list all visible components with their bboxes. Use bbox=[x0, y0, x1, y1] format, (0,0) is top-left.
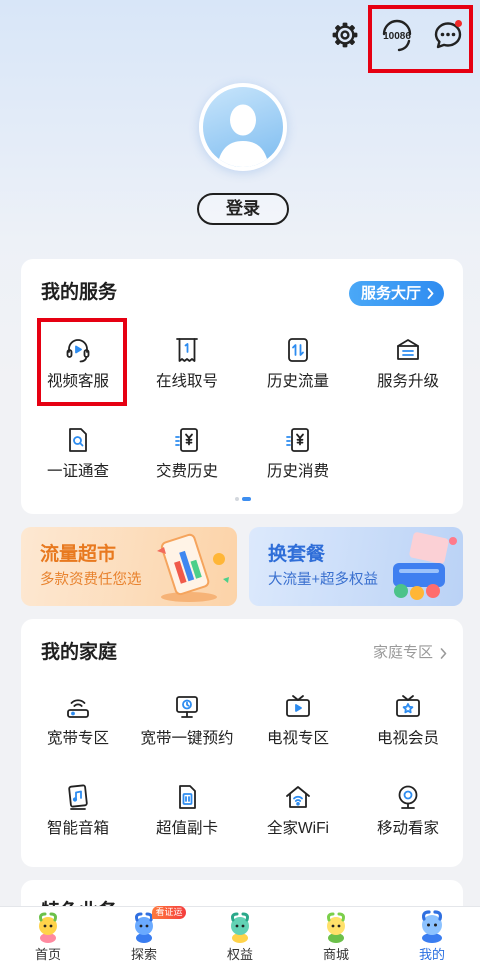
family-card: 我的家庭 家庭专区 宽带专区 宽带一键预约 电视专区 电视会员 智能音箱 超值副… bbox=[21, 619, 463, 867]
family-item-broadband-appointment[interactable]: 宽带一键预约 bbox=[132, 692, 242, 750]
change-plan-banner[interactable]: 换套餐 大流量+超多权益 bbox=[249, 527, 463, 606]
family-item-sim-card[interactable]: 超值副卡 bbox=[132, 782, 242, 840]
mine-mascot-icon bbox=[421, 910, 443, 943]
service-item-label: 在线取号 bbox=[155, 373, 218, 390]
headset-icon: 10086 bbox=[382, 19, 411, 52]
explore-badge: 看证运 bbox=[152, 906, 186, 919]
bottom-tab-bar: 首页 探索 权益 商城 我的 看证运 bbox=[0, 906, 480, 972]
tab-label: 我的 bbox=[418, 947, 445, 962]
family-item-broadband[interactable]: 宽带专区 bbox=[23, 692, 133, 750]
consumption-history-icon bbox=[286, 428, 309, 452]
banner-title: 流量超市 bbox=[40, 544, 117, 565]
family-item-label: 宽带一键预约 bbox=[140, 730, 234, 747]
tv-member-icon bbox=[396, 695, 420, 717]
avatar[interactable] bbox=[199, 83, 287, 171]
service-item-video-support[interactable]: 视频客服 bbox=[23, 335, 133, 393]
pager-dot bbox=[235, 497, 239, 501]
tab-label: 探索 bbox=[130, 947, 157, 962]
family-title: 我的家庭 bbox=[41, 642, 118, 663]
unread-dot bbox=[455, 20, 462, 27]
family-item-label: 全家WiFi bbox=[267, 820, 329, 837]
service-item-label: 历史流量 bbox=[266, 373, 329, 390]
services-title: 我的服务 bbox=[41, 282, 118, 303]
family-item-label: 电视会员 bbox=[376, 730, 439, 747]
change-plan-illustration bbox=[393, 532, 457, 600]
chevron-right-icon bbox=[427, 288, 434, 299]
gear-icon bbox=[332, 22, 358, 48]
family-item-home-camera[interactable]: 移动看家 bbox=[353, 782, 463, 840]
family-item-label: 电视专区 bbox=[266, 730, 329, 747]
tab-mall[interactable]: 商城 bbox=[288, 907, 384, 972]
family-item-home-wifi[interactable]: 全家WiFi bbox=[243, 782, 353, 840]
hotline-number: 10086 bbox=[383, 31, 411, 42]
service-item-id-check[interactable]: 一证通查 bbox=[23, 425, 133, 483]
traffic-market-banner[interactable]: 流量超市 多款资费任您选 bbox=[21, 527, 237, 606]
family-item-tv-member[interactable]: 电视会员 bbox=[353, 692, 463, 750]
service-hall-button[interactable]: 服务大厅 bbox=[349, 281, 444, 306]
service-item-consumption-history[interactable]: 历史消费 bbox=[243, 425, 353, 483]
broadband-appointment-icon bbox=[176, 696, 198, 718]
family-item-tv[interactable]: 电视专区 bbox=[243, 692, 353, 750]
home-mascot-icon bbox=[39, 912, 57, 943]
service-item-ticket[interactable]: 在线取号 bbox=[132, 335, 242, 393]
service-item-label: 交费历史 bbox=[155, 463, 218, 480]
chevron-right-icon bbox=[440, 648, 447, 659]
banner-subtitle: 多款资费任您选 bbox=[40, 572, 142, 588]
tv-icon bbox=[286, 695, 310, 717]
service-item-label: 服务升级 bbox=[376, 373, 439, 390]
family-item-label: 移动看家 bbox=[376, 820, 439, 837]
family-zone-label: 家庭专区 bbox=[372, 644, 433, 661]
broadband-icon bbox=[67, 699, 89, 718]
service-item-label: 视频客服 bbox=[46, 373, 109, 390]
ticket-icon bbox=[176, 338, 198, 362]
tab-mine[interactable]: 我的 bbox=[384, 907, 480, 972]
mall-mascot-icon bbox=[327, 912, 345, 943]
family-zone-link[interactable]: 家庭专区 bbox=[373, 642, 447, 664]
service-item-label: 一证通查 bbox=[46, 463, 109, 480]
home-wifi-icon bbox=[286, 786, 310, 808]
service-item-upgrade[interactable]: 服务升级 bbox=[353, 335, 463, 393]
traffic-history-icon bbox=[288, 338, 308, 362]
home-camera-icon bbox=[398, 785, 418, 809]
tab-label: 权益 bbox=[226, 947, 253, 962]
service-upgrade-icon bbox=[397, 339, 419, 360]
video-support-icon bbox=[66, 339, 90, 363]
user-avatar-icon bbox=[217, 104, 269, 167]
settings-button[interactable] bbox=[330, 20, 360, 50]
service-item-label: 历史消费 bbox=[266, 463, 329, 480]
banner-subtitle: 大流量+超多权益 bbox=[268, 572, 378, 588]
smart-speaker-icon bbox=[68, 784, 88, 810]
service-item-traffic-history[interactable]: 历史流量 bbox=[243, 335, 353, 393]
services-card: 我的服务 服务大厅 视频客服 在线取号 历史流量 服务升级 一证通查 交费历史 … bbox=[21, 259, 463, 514]
messages-button[interactable] bbox=[432, 19, 464, 51]
banner-title: 换套餐 bbox=[268, 544, 326, 565]
family-item-label: 宽带专区 bbox=[46, 730, 109, 747]
tab-benefits[interactable]: 权益 bbox=[192, 907, 288, 972]
family-item-label: 智能音箱 bbox=[46, 820, 109, 837]
tab-home[interactable]: 首页 bbox=[0, 907, 96, 972]
pager-dot-active bbox=[242, 497, 251, 501]
benefits-mascot-icon bbox=[231, 912, 249, 943]
tab-label: 首页 bbox=[34, 947, 61, 962]
hotline-button[interactable]: 10086 bbox=[379, 17, 415, 53]
family-item-label: 超值副卡 bbox=[155, 820, 218, 837]
traffic-market-illustration bbox=[157, 533, 229, 602]
payment-history-icon bbox=[175, 428, 198, 452]
family-item-smart-speaker[interactable]: 智能音箱 bbox=[23, 782, 133, 840]
id-check-icon bbox=[69, 428, 87, 452]
service-item-payment-history[interactable]: 交费历史 bbox=[132, 425, 242, 483]
login-button[interactable]: 登录 bbox=[197, 193, 289, 225]
sim-card-icon bbox=[179, 785, 196, 809]
tab-label: 商城 bbox=[322, 947, 349, 962]
service-hall-label: 服务大厅 bbox=[361, 285, 422, 302]
